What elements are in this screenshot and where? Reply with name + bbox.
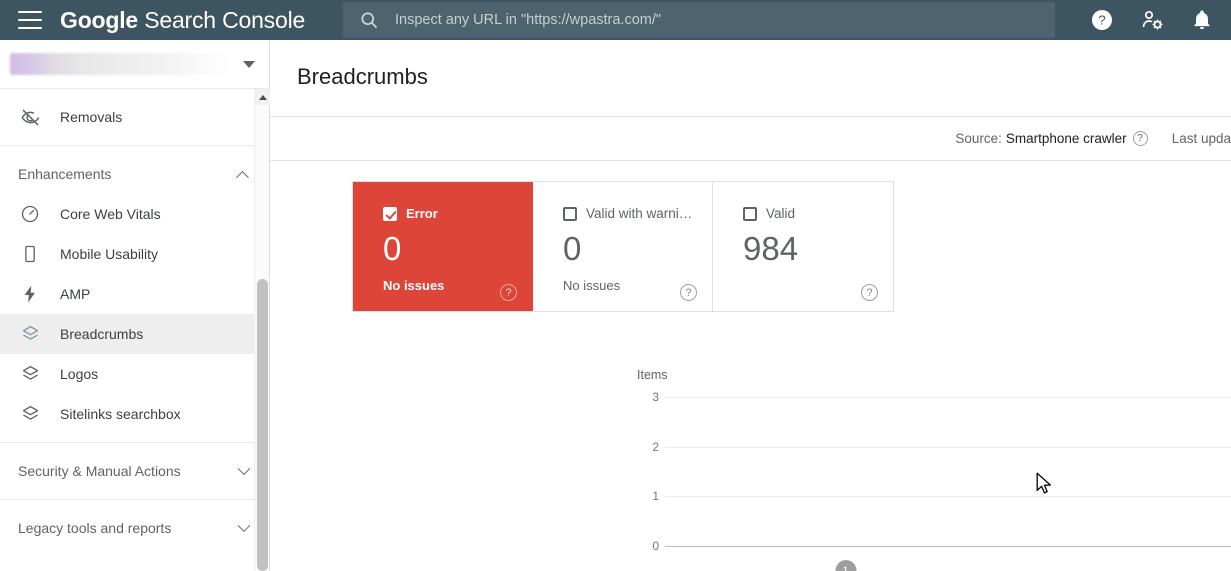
sidebar-item-label: Logos	[60, 366, 99, 382]
brand-google-text: Google	[60, 6, 139, 33]
sidebar-item-label: Breadcrumbs	[60, 326, 144, 342]
chevron-up-icon[interactable]	[236, 170, 249, 184]
notifications-bell-icon[interactable]	[1191, 9, 1213, 31]
sidebar-item-core-web-vitals[interactable]: Core Web Vitals	[0, 194, 269, 234]
scrollbar-thumb[interactable]	[257, 279, 268, 571]
svg-text:?: ?	[1098, 13, 1105, 28]
url-inspection-search-bar[interactable]: Inspect any URL in "https://wpastra.com/…	[343, 2, 1055, 38]
sidebar-item-mobile-usability[interactable]: Mobile Usability	[0, 234, 269, 274]
chart-x-axis-line	[665, 546, 1231, 547]
account-settings-icon[interactable]	[1140, 8, 1165, 32]
sidebar-item-label: AMP	[60, 286, 91, 302]
layers-icon	[18, 402, 42, 426]
card-help-icon[interactable]: ?	[861, 284, 878, 301]
sidebar-divider	[0, 145, 269, 146]
card-help-icon[interactable]: ?	[680, 284, 697, 301]
mobile-phone-icon	[18, 242, 42, 266]
sidebar-item-label: Core Web Vitals	[60, 206, 161, 222]
sidebar-item-removals[interactable]: Removals	[0, 97, 269, 137]
sidebar-item-breadcrumbs[interactable]: Breadcrumbs	[0, 314, 269, 354]
card-status: No issues	[563, 278, 621, 293]
sidebar-group-security-manual-actions[interactable]: Security & Manual Actions	[0, 451, 269, 491]
chevron-down-icon[interactable]	[237, 518, 251, 532]
sidebar-item-amp[interactable]: AMP	[0, 274, 269, 314]
card-header: Error	[383, 206, 516, 221]
top-header-bar: Google Search Console Inspect any URL in…	[0, 0, 1231, 40]
sidebar-nav-scroll-area: Sitemaps Removals Enhancements	[0, 89, 269, 571]
card-title: Valid with warnin…	[586, 206, 696, 221]
speedometer-icon	[18, 202, 42, 226]
scroll-up-arrow-icon[interactable]	[255, 89, 270, 105]
search-input-placeholder[interactable]: Inspect any URL in "https://wpastra.com/…	[395, 12, 661, 28]
sidebar-group-legacy-tools-and-reports[interactable]: Legacy tools and reports	[0, 508, 269, 548]
card-count: 0	[563, 230, 582, 267]
card-title: Error	[406, 206, 438, 221]
sidebar-divider	[0, 442, 269, 443]
card-count: 984	[743, 230, 799, 267]
chart-y-axis-label: Items	[637, 368, 668, 382]
status-card-valid-with-warnings[interactable]: Valid with warnin… 0 No issues ?	[533, 182, 713, 311]
card-help-icon[interactable]: ?	[500, 284, 517, 301]
left-sidebar: Sitemaps Removals Enhancements	[0, 40, 270, 571]
app-brand-logo: Google Search Console	[60, 6, 306, 33]
main-content-area: Breadcrumbs Source: Smartphone crawler ?…	[270, 40, 1231, 571]
source-help-icon[interactable]: ?	[1132, 131, 1148, 146]
sidebar-item-label: Mobile Usability	[60, 246, 159, 262]
chart-y-tick-label: 0	[652, 539, 659, 553]
hamburger-menu-icon[interactable]	[18, 11, 42, 29]
status-cards-row: Error 0 No issues ? Valid with warnin… 0…	[352, 181, 894, 312]
search-icon	[359, 10, 379, 30]
sidebar-group-label: Security & Manual Actions	[18, 463, 181, 479]
chart-y-tick-label: 2	[652, 439, 659, 454]
sidebar-item-label: Sitelinks searchbox	[60, 406, 181, 422]
sidebar-divider	[0, 499, 269, 500]
status-card-valid[interactable]: Valid 984 ?	[713, 182, 893, 311]
eye-off-icon	[18, 105, 42, 129]
chart-series-error	[665, 397, 1231, 546]
property-name-redacted	[10, 53, 229, 75]
card-title: Valid	[766, 206, 796, 221]
sidebar-group-label: Enhancements	[18, 166, 112, 182]
sidebar-item-sitelinks-searchbox[interactable]: Sitelinks searchbox	[0, 394, 269, 434]
source-label: Source:	[955, 131, 1002, 146]
brand-search-console-text: Search Console	[138, 6, 306, 33]
chart-plot-area[interactable]: 01233/28/204/8/204/19/204/30/205/12/205/…	[652, 390, 1231, 571]
property-selector-dropdown[interactable]	[0, 40, 269, 89]
lightning-bolt-icon	[18, 282, 42, 306]
valid-checkbox[interactable]	[743, 206, 757, 221]
source-value: Smartphone crawler	[1005, 131, 1127, 146]
chart-annotation-badge[interactable]: 1	[835, 560, 857, 571]
sidebar-item-sitemaps[interactable]: Sitemaps	[0, 89, 269, 97]
card-header: Valid with warnin…	[563, 206, 696, 221]
header-action-icons: ?	[1090, 0, 1221, 40]
status-card-error[interactable]: Error 0 No issues ?	[353, 182, 533, 311]
report-source-bar: Source: Smartphone crawler ? Last upda	[270, 117, 1231, 160]
sidebar-item-logos[interactable]: Logos	[0, 354, 269, 394]
source-bar-divider	[270, 160, 1231, 161]
chart-y-tick-label: 1	[652, 489, 659, 504]
card-header: Valid	[743, 206, 877, 221]
sidebar-group-label: Legacy tools and reports	[18, 520, 172, 536]
chevron-down-icon[interactable]	[243, 60, 255, 68]
layers-icon	[18, 362, 42, 386]
layers-icon	[18, 322, 42, 346]
chevron-down-icon[interactable]	[237, 461, 251, 475]
items-over-time-chart: Items 01233/28/204/8/204/19/204/30/205/1…	[630, 368, 1231, 571]
chart-y-tick-label: 3	[652, 390, 659, 404]
help-icon[interactable]: ?	[1090, 8, 1114, 32]
last-updated-label: Last upda	[1171, 131, 1231, 146]
error-checkbox[interactable]	[383, 206, 397, 221]
card-count: 0	[383, 230, 402, 267]
sidebar-item-label: Removals	[60, 109, 123, 125]
card-status: No issues	[383, 278, 445, 293]
sidebar-group-enhancements[interactable]: Enhancements	[0, 154, 269, 194]
sidebar-scrollbar[interactable]	[254, 89, 270, 571]
page-title: Breadcrumbs	[297, 64, 428, 89]
valid-with-warnings-checkbox[interactable]	[563, 206, 577, 221]
